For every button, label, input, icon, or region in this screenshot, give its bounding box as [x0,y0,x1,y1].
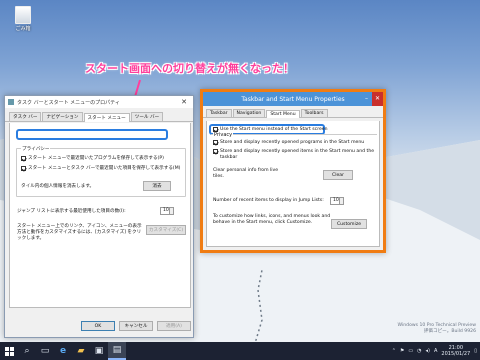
checkbox-checked-icon[interactable] [21,155,26,161]
system-tray: ⌃ ⚑ ▭ ◔ ◂) A 21:00 2015/01/27 ▯ [392,345,480,357]
tab-navigation[interactable]: ナビゲーション [42,112,83,121]
close-icon[interactable]: ✕ [178,98,190,106]
jp-tile-info-label: タイル内の個人情報を消去します。 [21,184,95,189]
en-customize-line1: To customize how links, icons, and menus… [213,214,331,219]
checkbox-checked-icon[interactable] [213,126,218,132]
jp-customize-text: スタート メニュー上でのリンク、アイコン、メニューの表示方法と動作をカスタマイズ… [17,224,142,241]
jp-clear-button[interactable]: 消去 [143,181,171,191]
build-watermark: Windows 10 Pro Technical Preview 評価コピー。B… [398,323,476,335]
jp-privacy-group: プライバシー スタート メニューで最近開いたプログラムを保存して表示する(P) … [16,146,186,197]
tab-start-menu[interactable]: スタート メニュー [83,113,130,122]
checkbox-checked-icon[interactable] [213,149,218,154]
recycle-bin-label: ごみ箱 [15,26,31,32]
checkbox-checked-icon[interactable] [213,140,218,145]
en-start-menu-panel: Use the Start menu instead of the Start … [206,121,380,247]
en-properties-dialog: Taskbar and Start Menu Properties – ✕ Ta… [200,89,386,253]
jp-dialog-footer: OK キャンセル 適用(A) [5,319,193,333]
tab-taskbar[interactable]: タスク バー [9,112,42,121]
use-start-menu-checkbox[interactable]: Use the Start menu instead of the Start … [213,126,328,132]
windows-logo-icon [4,346,14,356]
use-start-menu-label: Use the Start menu instead of the Start … [220,126,328,132]
en-check1-label: Store and display recently opened progra… [220,140,365,145]
jp-privacy-label: プライバシー [21,146,51,152]
en-tab-strip: Taskbar Navigation Start Menu Toolbars [203,106,383,118]
jp-tile-info: タイル内の個人情報を消去します。 [21,183,94,189]
internet-explorer-icon[interactable]: e [54,342,72,360]
clock[interactable]: 21:00 2015/01/27 [441,345,470,357]
en-clear-button[interactable]: Clear [323,170,353,180]
tab-taskbar[interactable]: Taskbar [206,109,232,117]
en-check2-line1: Store and display recently opened items … [220,149,375,154]
taskbar: ⌕ ▭ e ▰ ▣ ▤ ⌃ ⚑ ▭ ◔ ◂) A 21:00 2015/01/2… [0,342,480,360]
en-customize-text: To customize how links, icons, and menus… [213,214,331,226]
cancel-button[interactable]: キャンセル [119,321,153,331]
jp-jump-list-stepper[interactable]: 10 [160,207,174,215]
en-clear-info-line2: tiles. [213,174,225,179]
checkbox-checked-icon[interactable] [21,165,26,171]
jp-check-recent-items[interactable]: スタート メニューとタスク バーで最近開いた項目を保存して表示する(M) [21,165,180,171]
jp-check2-label: スタート メニューとタスク バーで最近開いた項目を保存して表示する(M) [28,166,181,171]
jp-check1-label: スタート メニューで最近開いたプログラムを保存して表示する(P) [28,156,164,161]
jp-check-recent-programs[interactable]: スタート メニューで最近開いたプログラムを保存して表示する(P) [21,155,164,161]
jp-tab-strip: タスク バー ナビゲーション スタート メニュー ツール バー [5,108,193,122]
en-recent-items-label: Number of recent items to display in Jum… [213,198,324,203]
tab-toolbars[interactable]: Toolbars [300,109,328,117]
watermark-line2: 評価コピー。Build 9926 [423,329,476,334]
en-dialog-title: Taskbar and Start Menu Properties [241,95,345,103]
en-check2-label: Store and display recently opened items … [220,149,374,161]
en-check-recent-programs[interactable]: Store and display recently opened progra… [213,140,364,145]
en-check2-line2: taskbar [220,155,238,160]
en-check-recent-items[interactable]: Store and display recently opened items … [213,149,374,161]
store-icon[interactable]: ▣ [90,342,108,360]
jp-jump-list-label: ジャンプ リストに表示する最近使用した項目の数(I): [17,209,126,214]
chevron-up-icon[interactable]: ⌃ [392,348,396,354]
clock-date: 2015/01/27 [441,351,471,357]
annotation-callout: スタート画面への切り替えが無くなった！ [85,62,294,75]
start-button[interactable] [0,342,18,360]
en-customize-button[interactable]: Customize [331,219,367,229]
jp-start-menu-panel: プライバシー スタート メニューで最近開いたプログラムを保存して表示する(P) … [9,123,191,308]
tab-toolbars[interactable]: ツール バー [130,112,164,121]
task-view-icon[interactable]: ▭ [36,342,54,360]
en-privacy-label: Privacy [213,132,234,138]
en-customize-line2: behave in the Start menu, click Customiz… [213,220,313,225]
recycle-bin-icon[interactable]: ごみ箱 [10,6,36,32]
properties-window-icon[interactable]: ▤ [108,342,126,360]
battery-icon[interactable]: ▭ [408,348,413,354]
flag-icon[interactable]: ⚑ [400,348,404,354]
taskbar-app-icon [8,99,14,105]
search-icon[interactable]: ⌕ [18,342,36,360]
file-explorer-icon[interactable]: ▰ [72,342,90,360]
en-clear-info: Clear personal info from live tiles. [213,168,278,180]
ime-indicator[interactable]: A [434,348,437,354]
jp-properties-dialog: タスク バーとスタート メニューのプロパティ ✕ タスク バー ナビゲーション … [4,95,194,338]
en-recent-items-stepper[interactable]: 10 [330,197,344,205]
apply-button[interactable]: 適用(A) [157,321,191,331]
tab-navigation[interactable]: Navigation [232,109,266,117]
notifications-icon[interactable]: ▯ [474,348,477,354]
speaker-icon[interactable]: ◂) [426,348,430,354]
tab-start-menu[interactable]: Start Menu [266,110,300,118]
en-clear-info-line1: Clear personal info from live [213,168,279,173]
missing-option-highlight [16,129,168,140]
jp-customize-button[interactable]: カスタマイズ(C) [146,225,186,235]
en-title-bar[interactable]: Taskbar and Start Menu Properties – ✕ [203,92,383,106]
ok-button[interactable]: OK [81,321,115,331]
jp-dialog-title: タスク バーとスタート メニューのプロパティ [17,99,120,106]
en-privacy-group: Privacy Store and display recently opene… [211,132,377,187]
trash-icon [15,6,31,24]
jp-title-bar[interactable]: タスク バーとスタート メニューのプロパティ ✕ [5,96,193,108]
network-icon[interactable]: ◔ [417,348,421,354]
